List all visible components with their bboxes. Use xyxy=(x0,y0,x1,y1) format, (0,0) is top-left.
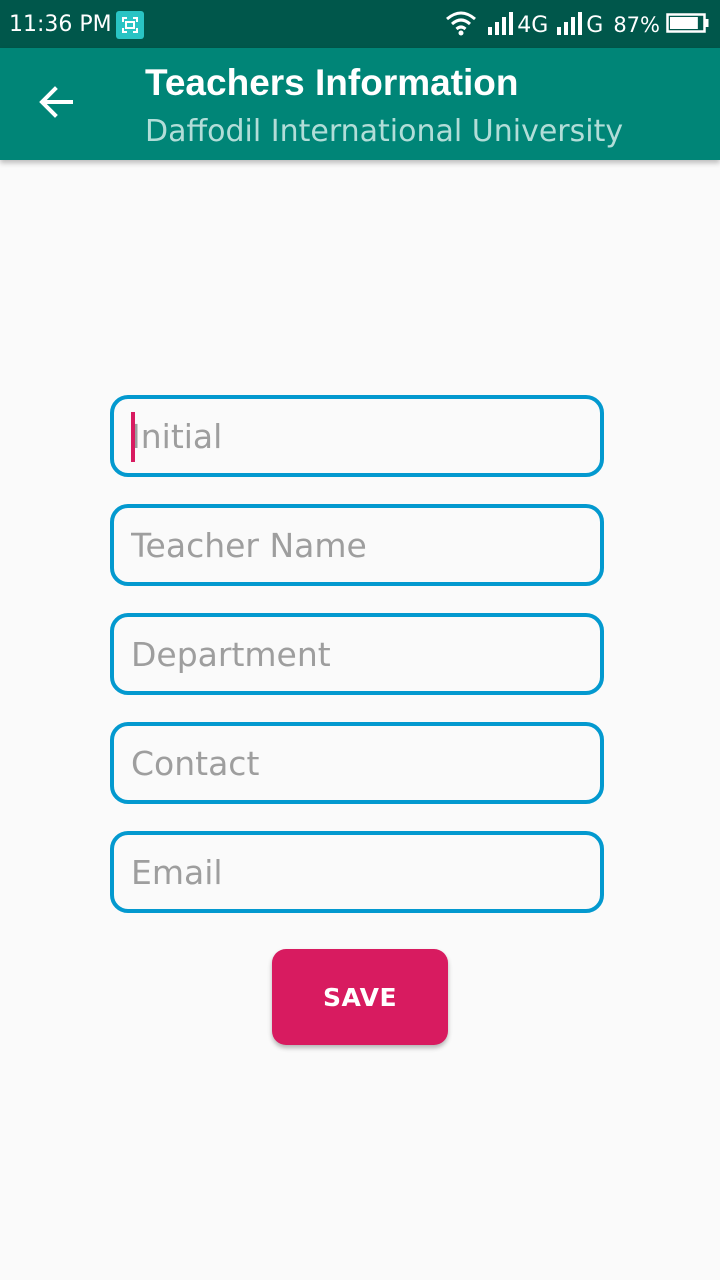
network-type-1: 4G xyxy=(517,12,549,38)
signal-icon xyxy=(487,10,515,40)
department-field-container xyxy=(110,613,604,695)
contact-input[interactable] xyxy=(114,726,600,800)
status-indicators: 4G G 87% xyxy=(445,10,710,40)
department-input[interactable] xyxy=(114,617,600,691)
text-cursor xyxy=(131,412,135,462)
battery-icon xyxy=(666,12,710,38)
contact-field-container xyxy=(110,722,604,804)
teacher-name-input[interactable] xyxy=(114,508,600,582)
screenshot-icon xyxy=(116,11,144,39)
teacher-name-field-container xyxy=(110,504,604,586)
email-input[interactable] xyxy=(114,835,600,909)
battery-percentage: 87% xyxy=(613,13,660,37)
email-field-container xyxy=(110,831,604,913)
signal-icon xyxy=(556,10,584,40)
back-button[interactable] xyxy=(24,72,88,136)
status-bar: 11:36 PM 4G G 87% xyxy=(0,0,720,48)
initial-field-container xyxy=(110,395,604,477)
network-type-2: G xyxy=(586,12,604,38)
status-time: 11:36 PM xyxy=(9,12,112,37)
app-bar: Teachers Information Daffodil Internatio… xyxy=(0,48,720,160)
initial-input[interactable] xyxy=(114,399,600,473)
page-subtitle: Daffodil International University xyxy=(145,114,624,149)
wifi-icon xyxy=(445,10,477,40)
save-button[interactable]: SAVE xyxy=(272,949,448,1045)
page-title: Teachers Information xyxy=(145,62,519,103)
arrow-back-icon xyxy=(38,84,74,124)
